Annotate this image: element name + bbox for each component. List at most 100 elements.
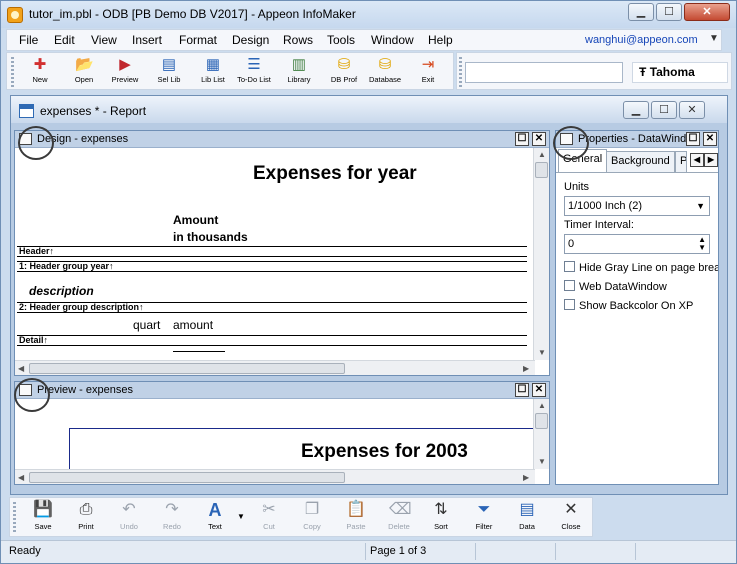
toolbar-grip[interactable] [459,57,462,87]
toolbar-to-do-list-button[interactable]: ☰ To-Do List [235,54,273,89]
preview-pane-close-button[interactable]: ✕ [532,383,546,397]
checkbox-box[interactable] [564,280,575,291]
timer-interval-input[interactable]: 0 ▲ ▼ [564,234,710,254]
report-close-button[interactable]: ✕ [679,101,705,119]
report-title-text[interactable]: Expenses for year [253,163,417,185]
preview-report-title[interactable]: Expenses for 2003 [301,441,468,463]
report-window-titlebar[interactable]: expenses * - Report ▁ ☐ ✕ [11,96,727,123]
preview-pane-title: Preview - expenses [37,384,133,396]
properties-pane-title: Properties - DataWindow [578,133,688,145]
preview-vertical-scrollbar[interactable]: ▲ ▼ [533,399,549,469]
checkbox-box[interactable] [564,261,575,272]
toolbar-button-label: Cut [263,522,275,531]
menu-view[interactable]: View [91,33,117,47]
spinner-icon[interactable]: ▲ ▼ [698,236,706,252]
header-group-description-band[interactable]: 2: Header group description↑ [17,302,527,313]
design-pane-close-button[interactable]: ✕ [532,132,546,146]
toolbar-sel-lib-button[interactable]: ▤ Sel Lib [150,54,188,89]
menu-design[interactable]: Design [232,33,269,47]
design-hscroll-thumb[interactable] [29,363,345,374]
menu-window[interactable]: Window [371,33,414,47]
properties-pane-maximize-button[interactable]: ☐ [686,132,700,146]
filter-button[interactable]: ⏷ Filter [463,500,505,535]
text-button[interactable]: A Text [194,500,236,535]
paste-icon: 📋 [346,501,366,518]
design-horizontal-scrollbar[interactable]: ◀ ▶ [15,360,535,375]
design-pane-maximize-button[interactable]: ☐ [515,132,529,146]
preview-pane-maximize-button[interactable]: ☐ [515,383,529,397]
minimize-button[interactable]: ▁ [628,3,654,21]
preview-horizontal-scrollbar[interactable]: ◀ ▶ [15,469,535,484]
chevron-down-icon[interactable]: ▼ [696,197,705,215]
tab-scroll-left-icon[interactable]: ◀ [690,153,704,167]
menu-format[interactable]: Format [179,33,217,47]
toolbar-lib-list-button[interactable]: ▦ Lib List [194,54,232,89]
todo-list-icon: ☰ [247,56,261,73]
undo-button[interactable]: ↶ Undo [108,500,150,535]
toolbar-new-button[interactable]: ✚ New [21,54,59,89]
preview-vscroll-thumb[interactable] [535,413,548,429]
header-group-year-band[interactable]: 1: Header group year↑ [17,261,527,272]
toolbar-db-prof-button[interactable]: ⛁ DB Prof [325,54,363,89]
menu-tools[interactable]: Tools [327,33,355,47]
toolbar-preview-button[interactable]: ▶ Preview [106,54,144,89]
menu-help[interactable]: Help [428,33,453,47]
report-maximize-button[interactable]: ☐ [651,101,677,119]
units-select[interactable]: 1/1000 Inch (2) ▼ [564,196,710,216]
preview-pane-titlebar[interactable]: Preview - expenses ☐ ✕ [15,382,549,399]
paste-button[interactable]: 📋 Paste [335,500,377,535]
text-dropdown-icon[interactable]: ▼ [237,512,245,521]
sort-button[interactable]: ⇅ Sort [420,500,462,535]
tab-scroll-right-icon[interactable]: ▶ [704,153,718,167]
design-pane-titlebar[interactable]: Design - expenses ☐ ✕ [15,131,549,148]
hide-gray-line-checkbox[interactable]: Hide Gray Line on page break [564,261,718,274]
style-combo[interactable] [465,62,623,83]
report-minimize-button[interactable]: ▁ [623,101,649,119]
units-value: 1/1000 Inch (2) [568,200,642,212]
close-button[interactable]: ✕ [684,3,730,21]
user-account-link[interactable]: wanghui@appeon.com [585,34,698,46]
preview-hscroll-thumb[interactable] [29,472,345,483]
page-indicator: Page 1 of 3 [365,543,475,560]
thousands-label[interactable]: in thousands [173,230,248,244]
amount-label[interactable]: Amount [173,213,218,227]
toolbar-database-button[interactable]: ⛁ Database [366,54,404,89]
design-vertical-scrollbar[interactable]: ▲ ▼ [533,148,549,360]
title-bar[interactable]: tutor_im.pbl - ODB [PB Demo DB V2017] - … [1,1,736,28]
menu-insert[interactable]: Insert [132,33,162,47]
redo-button[interactable]: ↷ Redo [151,500,193,535]
checkbox-box[interactable] [564,299,575,310]
description-field[interactable]: description [29,284,94,298]
save-button[interactable]: 💾 Save [22,500,64,535]
amount-field[interactable]: amount [173,318,213,332]
toolbar-library-button[interactable]: ▥ Library [280,54,318,89]
font-name-box[interactable]: Ŧ Tahoma [632,62,728,83]
timer-interval-value: 0 [568,238,575,250]
app-icon [7,7,23,23]
menu-file[interactable]: File [19,33,38,47]
web-datawindow-checkbox[interactable]: Web DataWindow [564,280,667,293]
quart-field[interactable]: quart [133,318,160,332]
toolbar-grip[interactable] [11,57,14,87]
maximize-button[interactable]: ☐ [656,3,682,21]
properties-pane-close-button[interactable]: ✕ [703,132,717,146]
header-band[interactable]: Header↑ [17,246,527,257]
tab-overflow[interactable]: P [675,151,687,172]
menu-overflow-icon[interactable]: ▼ [709,33,719,44]
toolbar-open-button[interactable]: 📂 Open [65,54,103,89]
copy-button[interactable]: ❐ Copy [291,500,333,535]
detail-band[interactable]: Detail↑ [17,335,527,346]
print-button[interactable]: ⎙ Print [65,500,107,535]
cut-button[interactable]: ✂ Cut [248,500,290,535]
show-backcolor-checkbox[interactable]: Show Backcolor On XP [564,299,693,312]
toolbar-grip[interactable] [13,502,16,532]
data-button[interactable]: ▤ Data [506,500,548,535]
close-button[interactable]: ✕ Close [550,500,592,535]
menu-rows[interactable]: Rows [283,33,313,47]
toolbar-button-label: Print [78,522,94,531]
delete-button[interactable]: ⌫ Delete [378,500,420,535]
tab-background[interactable]: Background [606,151,675,172]
design-vscroll-thumb[interactable] [535,162,548,178]
toolbar-exit-button[interactable]: ⇥ Exit [409,54,447,89]
menu-edit[interactable]: Edit [54,33,75,47]
